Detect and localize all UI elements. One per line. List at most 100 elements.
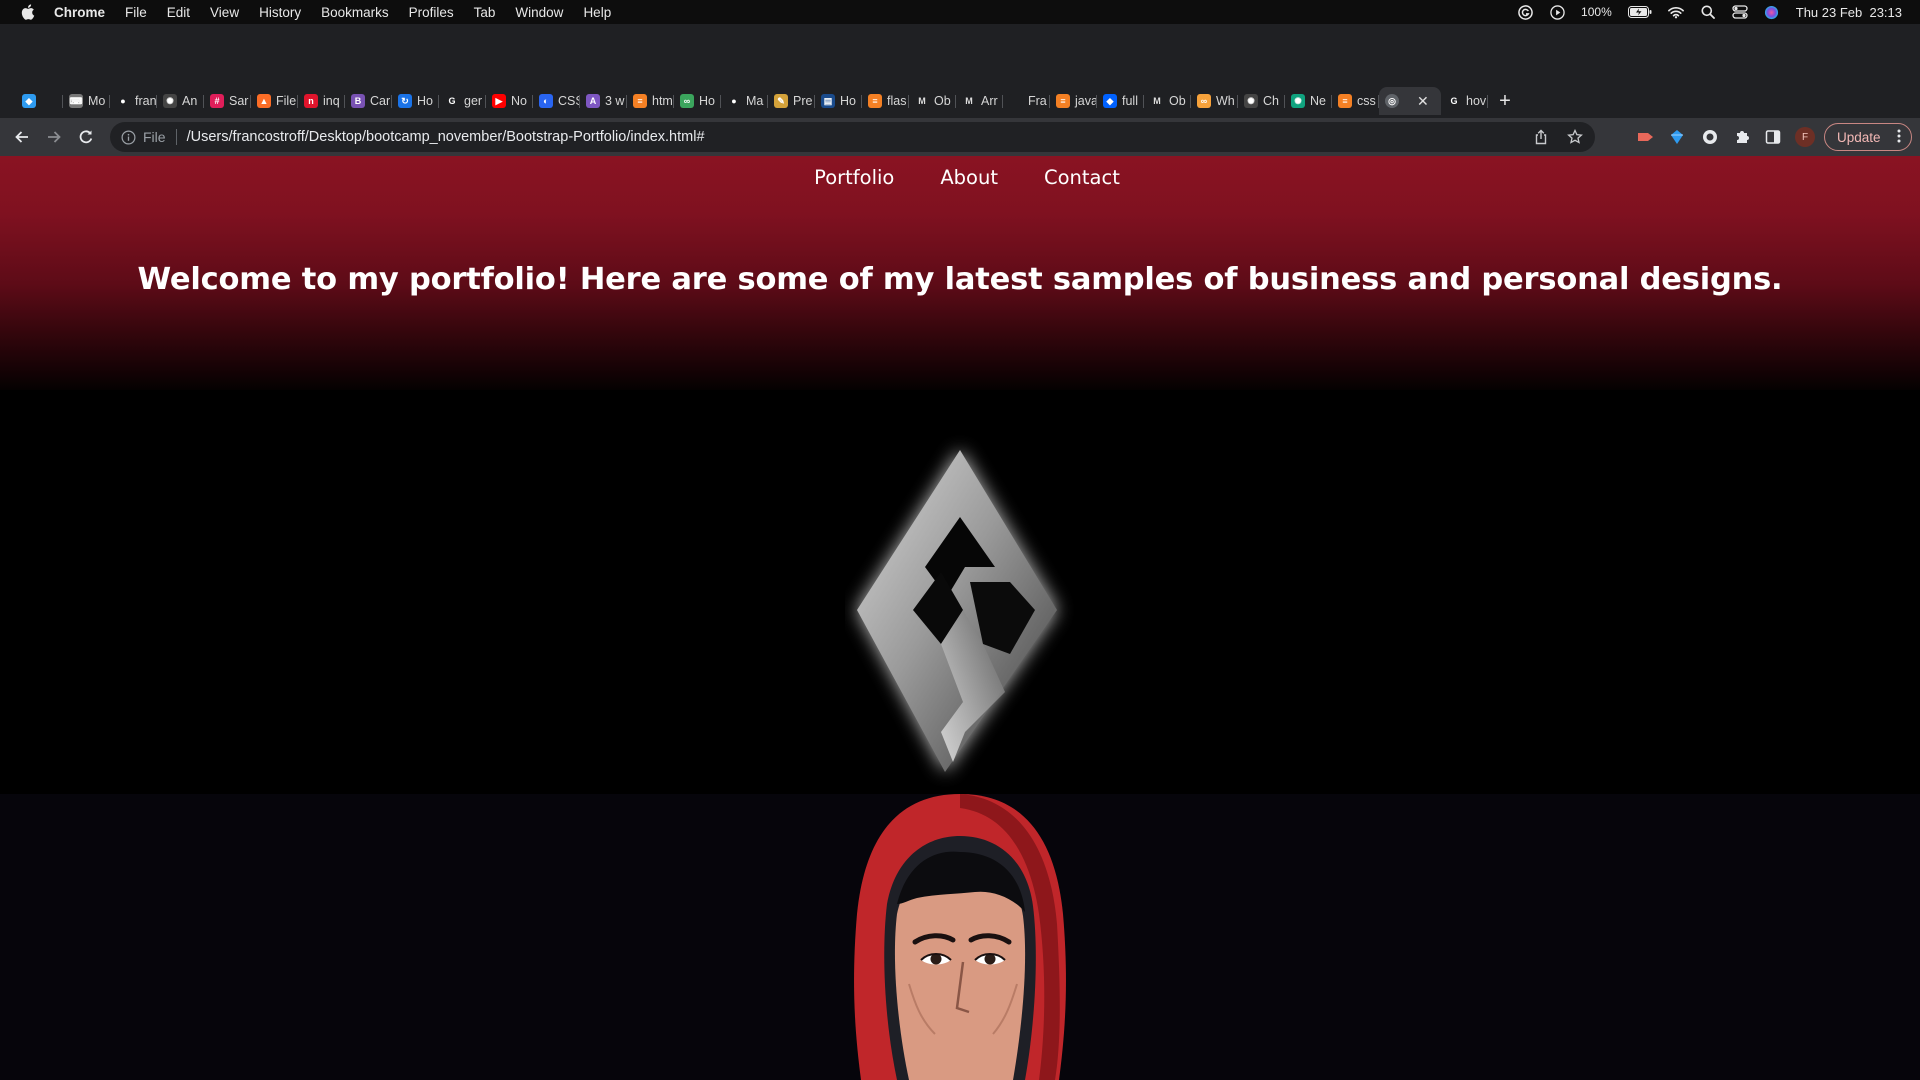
battery-percentage: 100%	[1581, 5, 1612, 19]
tab[interactable]: M Ob	[909, 87, 956, 115]
tab[interactable]: ≡ flas	[862, 87, 909, 115]
tab[interactable]: ↻ Ho	[392, 87, 439, 115]
tab[interactable]: ✺ An	[157, 87, 204, 115]
tab[interactable]: ◆ full	[1097, 87, 1144, 115]
apple-icon[interactable]	[16, 4, 40, 20]
nav-link-contact[interactable]: Contact	[1044, 166, 1120, 189]
bike-icon: ∞	[1197, 94, 1211, 108]
menu-help[interactable]: Help	[583, 5, 611, 20]
extensions-puzzle-icon[interactable]	[1732, 127, 1752, 147]
tab[interactable]: n inq	[298, 87, 345, 115]
forward-arrow-icon[interactable]	[42, 125, 66, 149]
reload-icon[interactable]	[74, 125, 98, 149]
w3-icon: A	[586, 94, 600, 108]
menu-edit[interactable]: Edit	[167, 5, 190, 20]
extension-gem-icon[interactable]	[1667, 127, 1687, 147]
github-icon: ●	[120, 96, 126, 106]
bookmark-star-icon[interactable]	[1567, 128, 1583, 150]
tab[interactable]: B Car	[345, 87, 392, 115]
new-tab-plus-icon[interactable]: +	[1488, 87, 1522, 115]
medium-icon: M	[918, 96, 926, 106]
tab[interactable]: Ghov	[1441, 87, 1488, 115]
tab[interactable]: ≡ java	[1050, 87, 1097, 115]
menu-tab[interactable]: Tab	[474, 5, 496, 20]
siri-icon[interactable]	[1764, 4, 1780, 20]
tab[interactable]: M Ob	[1144, 87, 1191, 115]
tab-title: Pre	[793, 94, 813, 108]
menu-window[interactable]: Window	[515, 5, 563, 20]
menu-app-name[interactable]: Chrome	[54, 5, 105, 20]
extension-tab-icon[interactable]	[1636, 127, 1656, 147]
tab-title: Sar	[229, 94, 249, 108]
back-arrow-icon[interactable]	[10, 125, 34, 149]
mac-menubar: Chrome File Edit View History Bookmarks …	[0, 0, 1920, 24]
tab-active[interactable]: ◎ ✕	[1379, 87, 1441, 115]
tab-title: inq	[323, 94, 340, 108]
tab[interactable]: ▶ No	[486, 87, 533, 115]
site-info-icon[interactable]	[120, 129, 136, 145]
side-panel-icon[interactable]	[1763, 127, 1783, 147]
tab[interactable]: ≡ css	[1332, 87, 1379, 115]
gitlab-icon: ▲	[257, 94, 271, 108]
hero-header: Portfolio About Contact Welcome to my po…	[0, 156, 1920, 390]
profile-avatar[interactable]: F	[1795, 127, 1815, 147]
tab[interactable]: ● Ma	[721, 87, 768, 115]
tab[interactable]: ✎ Pre	[768, 87, 815, 115]
share-icon[interactable]	[1533, 129, 1549, 150]
extension-circle-icon[interactable]	[1700, 127, 1720, 147]
tab[interactable]: ✺ Ch	[1238, 87, 1285, 115]
tab[interactable]: ≡ htm	[627, 87, 674, 115]
tab[interactable]: ⌨ Mo	[63, 87, 110, 115]
tab[interactable]: ◐ CSS	[533, 87, 580, 115]
web-page: Portfolio About Contact Welcome to my po…	[0, 156, 1920, 1080]
wifi-icon[interactable]	[1667, 4, 1684, 20]
battery-icon[interactable]	[1627, 4, 1652, 20]
tab[interactable]: ∞ Ho	[674, 87, 721, 115]
nav-link-about[interactable]: About	[940, 166, 998, 189]
refresh-blue-icon: ↻	[398, 94, 412, 108]
menu-bookmarks[interactable]: Bookmarks	[321, 5, 389, 20]
omnibox-divider	[175, 129, 177, 145]
tab-title: 3 w	[605, 94, 625, 108]
tab[interactable]: ▤ Ho	[815, 87, 862, 115]
spotlight-search-icon[interactable]	[1700, 4, 1716, 20]
menu-view[interactable]: View	[210, 5, 239, 20]
update-button[interactable]: Update	[1824, 123, 1912, 151]
tab[interactable]: Gger	[439, 87, 486, 115]
update-label: Update	[1837, 129, 1881, 145]
tab[interactable]: Fra	[1003, 87, 1050, 115]
bootstrap-icon: B	[351, 94, 365, 108]
tab-title: css	[1357, 94, 1376, 108]
tab-title: Wh	[1216, 94, 1235, 108]
google-icon: G	[1450, 96, 1458, 106]
tab[interactable]: ▲ File	[251, 87, 298, 115]
tab-title: htm	[652, 94, 673, 108]
tab[interactable]: ∞ Wh	[1191, 87, 1238, 115]
tab[interactable]: ◆	[16, 87, 63, 115]
menubar-clock[interactable]: Thu 23 Feb 23:13	[1796, 5, 1902, 20]
tab[interactable]: M Arr	[956, 87, 1003, 115]
kebab-menu-icon[interactable]	[1897, 128, 1901, 147]
url-text[interactable]: /Users/francostroff/Desktop/bootcamp_nov…	[187, 129, 705, 145]
tab[interactable]: # Sar	[204, 87, 251, 115]
tab-title: full	[1122, 94, 1138, 108]
tab-title: Ob	[1169, 94, 1186, 108]
tab-close-icon[interactable]: ✕	[1417, 93, 1429, 110]
control-center-icon[interactable]	[1732, 4, 1748, 20]
slack-icon: #	[210, 94, 224, 108]
address-bar[interactable]: File /Users/francostroff/Desktop/bootcam…	[110, 122, 1595, 152]
tab[interactable]: ● fran	[110, 87, 157, 115]
play-circle-icon[interactable]	[1549, 4, 1565, 20]
tab-title: Ch	[1263, 94, 1279, 108]
tab-title: Ho	[417, 94, 433, 108]
site-nav: Portfolio About Contact	[0, 166, 1920, 189]
tab[interactable]: ✺ Ne	[1285, 87, 1332, 115]
tab[interactable]: A 3 w	[580, 87, 627, 115]
openai-icon: ✺	[163, 94, 177, 108]
openai-icon: ✺	[1244, 94, 1258, 108]
menu-history[interactable]: History	[259, 5, 301, 20]
grammarly-icon[interactable]	[1517, 4, 1533, 20]
menu-file[interactable]: File	[125, 5, 147, 20]
nav-link-portfolio[interactable]: Portfolio	[814, 166, 894, 189]
menu-profiles[interactable]: Profiles	[409, 5, 454, 20]
